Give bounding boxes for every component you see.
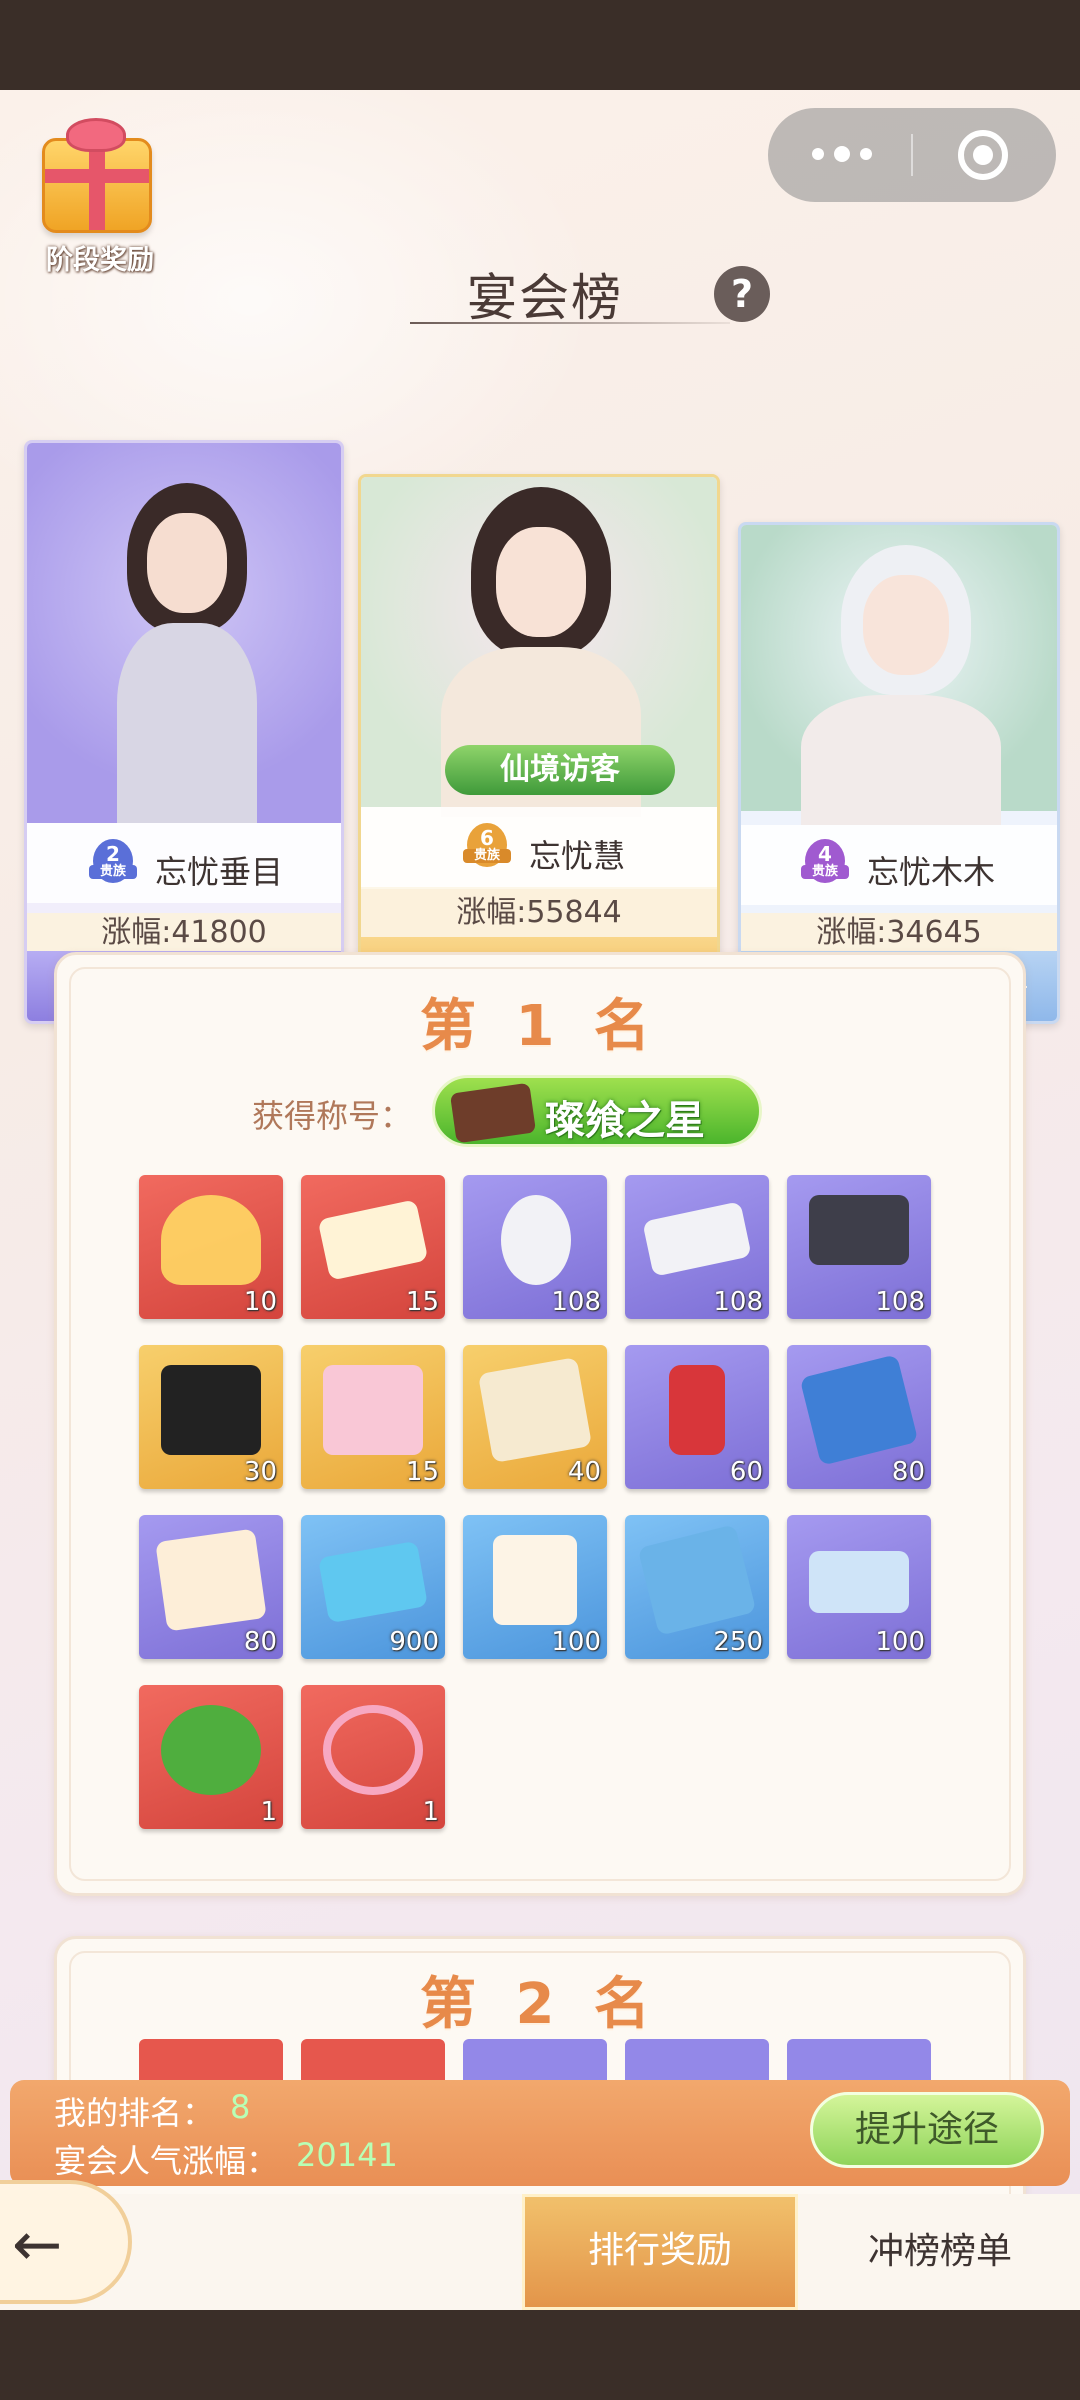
my-rank-label: 我的排名： bbox=[54, 2094, 215, 2132]
reward-item-meat-badge[interactable]: 1 bbox=[139, 1685, 283, 1829]
tab-rank-list[interactable]: 冲榜榜单 bbox=[820, 2194, 1060, 2310]
reward-item-mouse[interactable]: 108 bbox=[463, 1175, 607, 1319]
mini-program-capsule bbox=[768, 108, 1056, 202]
book-icon bbox=[637, 1524, 757, 1636]
reward-item-monitor[interactable]: 108 bbox=[787, 1175, 931, 1319]
noble-badge: 4 贵族 bbox=[801, 839, 849, 883]
monitor-icon bbox=[809, 1195, 909, 1265]
podium-card-rank-1[interactable]: 仙境访客 6 贵族 忘忧慧 涨幅:55844 1 bbox=[358, 474, 720, 1026]
avatar-frame-icon bbox=[323, 1705, 423, 1795]
reward-item-card-machine[interactable]: 80 bbox=[787, 1345, 931, 1489]
growth-value: 涨幅:55844 bbox=[361, 889, 717, 937]
panel-title: 第 2 名 bbox=[420, 1972, 660, 2037]
qualification-card-icon bbox=[317, 1199, 429, 1281]
rank-1-reward-panel: 第 1 名 获得称号： 璨飨之星 10 15 108 108 108 30 15… bbox=[54, 952, 1026, 1896]
gift-icon bbox=[42, 138, 152, 233]
visitor-tag: 仙境访客 bbox=[445, 745, 675, 795]
system-nav-bar bbox=[0, 2310, 1080, 2400]
mouse-icon bbox=[501, 1195, 571, 1285]
player-name: 忘忧慧 bbox=[529, 837, 626, 875]
keyboard-icon bbox=[642, 1201, 752, 1277]
certificate-icon bbox=[155, 1528, 267, 1632]
reward-item-experience-card[interactable]: 100 bbox=[787, 1515, 931, 1659]
reward-item-scroll[interactable]: 40 bbox=[463, 1345, 607, 1489]
reward-item-mystery-book[interactable]: 250 bbox=[625, 1515, 769, 1659]
status-bar bbox=[0, 0, 1080, 90]
clipboard-icon bbox=[493, 1535, 577, 1625]
noble-badge: 6 贵族 bbox=[463, 823, 511, 867]
meat-badge-icon bbox=[161, 1705, 261, 1795]
card-machine-icon bbox=[799, 1354, 919, 1466]
player-name: 忘忧木木 bbox=[867, 853, 996, 891]
growth-label: 宴会人气涨幅： bbox=[54, 2142, 279, 2180]
reward-item-certificate[interactable]: 80 bbox=[139, 1515, 283, 1659]
growth-value: 20141 bbox=[296, 2136, 398, 2174]
pump-icon bbox=[669, 1365, 725, 1455]
title-divider bbox=[410, 322, 730, 324]
tab-rank-reward[interactable]: 排行奖励 bbox=[522, 2194, 798, 2310]
reward-item-minute-ticket[interactable]: 900 bbox=[301, 1515, 445, 1659]
reward-item-qualification-card[interactable]: 15 bbox=[301, 1175, 445, 1319]
avatar bbox=[27, 443, 341, 823]
close-miniprogram-icon[interactable] bbox=[958, 130, 1008, 180]
avatar bbox=[741, 525, 1057, 825]
back-arrow-icon: ← bbox=[12, 2210, 63, 2280]
reward-item-clipboard[interactable]: 100 bbox=[463, 1515, 607, 1659]
title-label: 获得称号： bbox=[252, 1097, 413, 1135]
page-title: 宴会榜 bbox=[467, 269, 623, 327]
my-rank-value: 8 bbox=[230, 2088, 251, 2126]
stage-reward-label: 阶段奖励 bbox=[46, 245, 154, 276]
panel-title: 第 1 名 bbox=[420, 994, 660, 1059]
reward-item-shoe-box[interactable]: 30 bbox=[139, 1345, 283, 1489]
improve-button[interactable]: 提升途径 bbox=[810, 2092, 1044, 2168]
gift-bow-icon bbox=[66, 118, 126, 152]
ticket-icon bbox=[318, 1540, 428, 1624]
player-name: 忘忧垂目 bbox=[155, 853, 284, 891]
capsule-divider bbox=[911, 134, 913, 176]
shoe-box-icon bbox=[161, 1365, 261, 1455]
reward-item-meat-frame[interactable]: 1 bbox=[301, 1685, 445, 1829]
podium-card-rank-3[interactable]: 4 贵族 忘忧木木 涨幅:34645 3 bbox=[738, 522, 1060, 1024]
reward-item-crown-ring[interactable]: 10 bbox=[139, 1175, 283, 1319]
reward-item-pump[interactable]: 60 bbox=[625, 1345, 769, 1489]
crown-ring-icon bbox=[161, 1195, 261, 1285]
reward-item-gift-box[interactable]: 15 bbox=[301, 1345, 445, 1489]
question-icon[interactable]: ? bbox=[714, 266, 770, 322]
gift-box-icon bbox=[323, 1365, 423, 1455]
my-rank-bar: 我的排名： 8 宴会人气涨幅： 20141 提升途径 bbox=[10, 2080, 1070, 2186]
title-badge: 璨飨之星 bbox=[432, 1075, 762, 1147]
scroll-icon bbox=[477, 1357, 593, 1463]
card-icon bbox=[809, 1551, 909, 1613]
title-badge-text: 璨飨之星 bbox=[545, 1098, 705, 1144]
stage-reward-button[interactable]: 阶段奖励 bbox=[30, 118, 170, 276]
reward-item-keyboard[interactable]: 108 bbox=[625, 1175, 769, 1319]
main-screen: 阶段奖励 宴会榜 ? 2 贵族 忘忧垂目 涨幅:41800 2 bbox=[0, 90, 1080, 2310]
podium-card-rank-2[interactable]: 2 贵族 忘忧垂目 涨幅:41800 2 bbox=[24, 440, 344, 1024]
more-icon[interactable] bbox=[806, 138, 886, 172]
meat-icon bbox=[449, 1082, 537, 1144]
back-button[interactable]: ← bbox=[0, 2180, 132, 2304]
noble-badge: 2 贵族 bbox=[89, 839, 137, 883]
